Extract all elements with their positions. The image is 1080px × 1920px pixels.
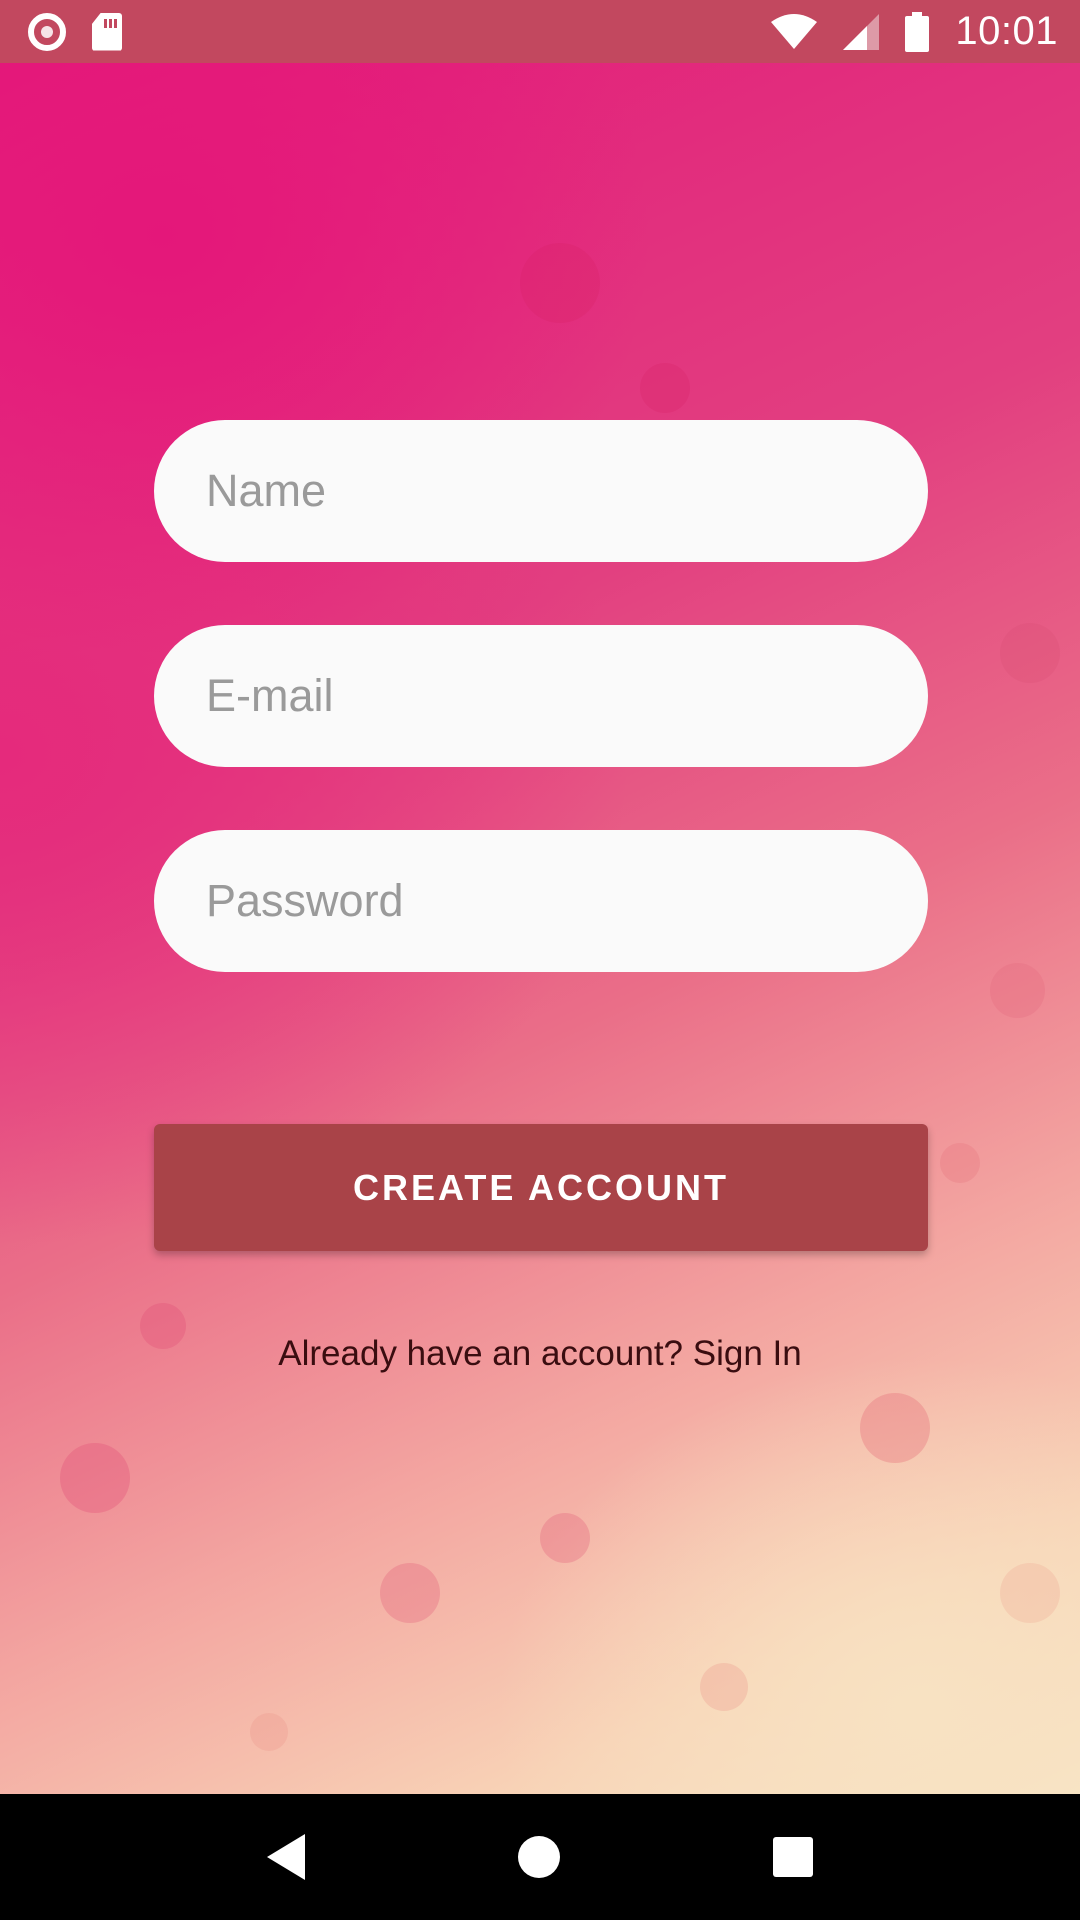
- signup-screen: 10:01 CREATE ACCOUNT Already have an acc…: [0, 0, 1080, 1920]
- screen-record-icon: [28, 12, 66, 51]
- status-right: 10:01: [771, 9, 1058, 54]
- create-account-button[interactable]: CREATE ACCOUNT: [154, 1124, 928, 1251]
- status-bar: 10:01: [0, 0, 1080, 63]
- battery-icon: [905, 11, 930, 52]
- password-field[interactable]: [154, 830, 928, 972]
- signup-form: [154, 420, 928, 972]
- sign-in-link[interactable]: Already have an account? Sign In: [0, 1334, 1080, 1374]
- navigation-bar: [0, 1794, 1080, 1920]
- sd-card-icon: [92, 12, 122, 51]
- status-time: 10:01: [955, 9, 1058, 53]
- email-field[interactable]: [154, 625, 928, 767]
- status-left: [28, 12, 122, 51]
- recents-icon[interactable]: [773, 1837, 814, 1877]
- name-field[interactable]: [154, 420, 928, 562]
- wifi-icon: [771, 13, 818, 49]
- cell-signal-icon: [843, 13, 880, 50]
- home-icon[interactable]: [517, 1836, 560, 1878]
- back-icon[interactable]: [266, 1834, 305, 1880]
